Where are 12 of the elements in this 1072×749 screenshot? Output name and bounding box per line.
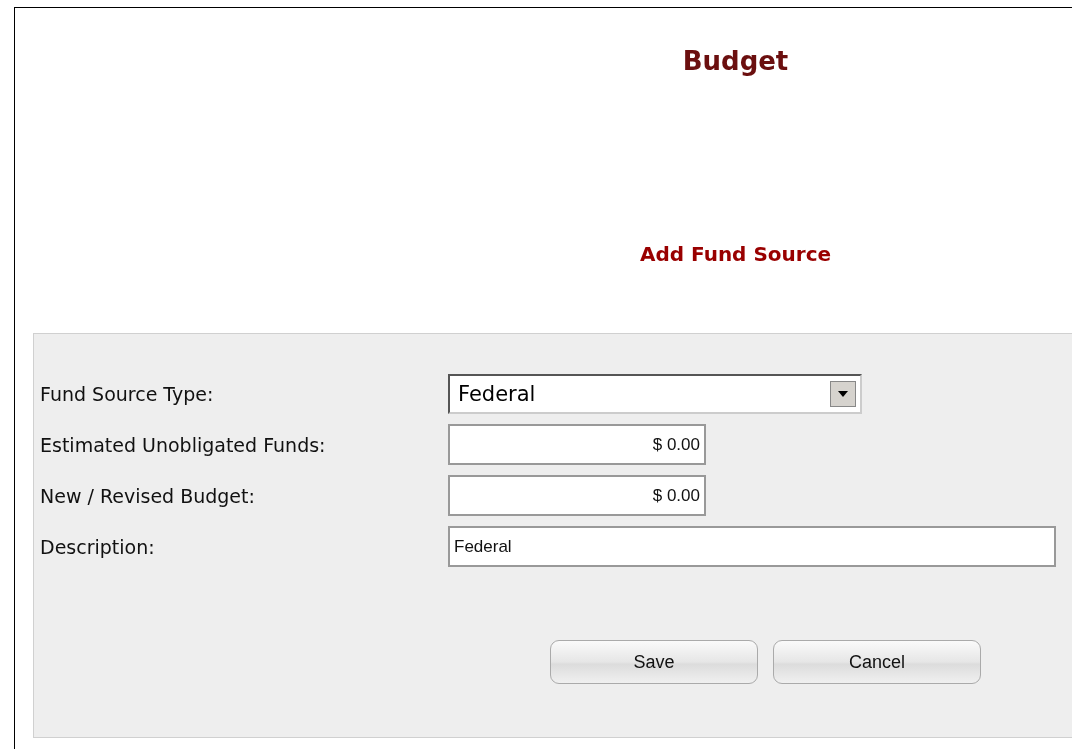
page-title: Budget (682, 46, 789, 76)
form-button[interactable]: Cancel (773, 640, 981, 684)
form-button[interactable]: Save (550, 640, 758, 684)
description-field[interactable]: Federal (448, 526, 1056, 567)
field-label: Description: (40, 535, 155, 558)
fund-source-dropdown[interactable]: Federal (448, 374, 862, 414)
field-label: Estimated Unobligated Funds: (40, 433, 326, 456)
field-label: New / Revised Budget: (40, 484, 255, 507)
field-label: Fund Source Type: (40, 383, 214, 405)
amount-field[interactable]: $ 0.00 (448, 475, 706, 516)
amount-field[interactable]: $ 0.00 (448, 424, 706, 465)
form-title: Add Fund Source (639, 242, 832, 266)
